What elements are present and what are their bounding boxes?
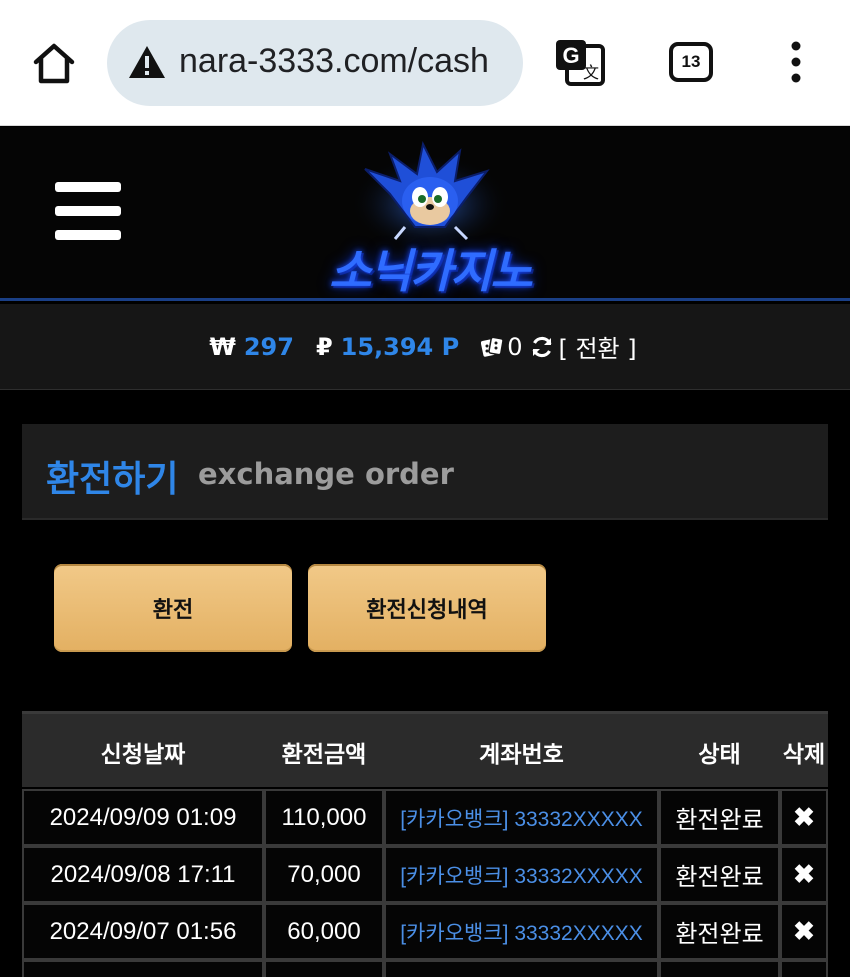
warning-icon[interactable] xyxy=(127,44,167,80)
cell-empty xyxy=(780,960,828,977)
convert-button[interactable]: [ 전환 ] xyxy=(558,329,636,364)
exchange-table: 신청날짜 환전금액 계좌번호 상태 삭제 2024/09/09 01:09 11… xyxy=(22,711,828,977)
delete-icon[interactable]: ✖ xyxy=(780,789,828,846)
site-header: 소닉카지노 xyxy=(0,127,850,301)
cell-status: 환전완료 xyxy=(659,789,780,846)
dice-icon xyxy=(481,336,504,358)
table-row: 2024/09/08 17:11 70,000 [카카오뱅크] 33332XXX… xyxy=(22,846,828,903)
cell-account: [카카오뱅크] 33332XXXXX xyxy=(384,789,659,846)
chip-balance: 0 xyxy=(507,332,523,361)
translate-icon[interactable]: G 文 xyxy=(553,36,607,90)
delete-icon[interactable]: ✖ xyxy=(780,846,828,903)
cell-account: [카카오뱅크] 33332XXXXX xyxy=(384,903,659,960)
tab-switcher-button[interactable]: 13 xyxy=(669,42,713,82)
balance-bar: ₩ 297 ₽ 15,394 P 0 [ 전환 ] xyxy=(0,304,850,390)
cell-amount: 70,000 xyxy=(264,846,384,903)
point-symbol: ₽ xyxy=(315,332,333,361)
point-balance: 15,394 P xyxy=(340,332,460,361)
exchange-button[interactable]: 환전 xyxy=(54,564,292,652)
cell-empty xyxy=(659,960,780,977)
won-symbol: ₩ xyxy=(209,332,236,361)
page-title-panel: 환전하기 exchange order xyxy=(22,424,828,520)
cell-status: 환전완료 xyxy=(659,846,780,903)
more-menu-icon[interactable] xyxy=(782,40,810,84)
cell-amount: 110,000 xyxy=(264,789,384,846)
cell-empty xyxy=(384,960,659,977)
cell-account: [카카오뱅크] 33332XXXXX xyxy=(384,846,659,903)
cell-date: 2024/09/09 01:09 xyxy=(22,789,264,846)
table-row: 2024/09/09 01:09 110,000 [카카오뱅크] 33332XX… xyxy=(22,789,828,846)
won-balance: 297 xyxy=(243,332,294,361)
header-delete: 삭제 xyxy=(782,742,826,768)
delete-icon[interactable]: ✖ xyxy=(780,903,828,960)
sonic-mascot-icon xyxy=(350,140,510,249)
exchange-history-button[interactable]: 환전신청내역 xyxy=(308,564,546,652)
header-account: 계좌번호 xyxy=(479,742,564,768)
header-status: 상태 xyxy=(698,742,741,768)
logo-text: 소닉카지노 xyxy=(329,244,533,298)
site-logo[interactable]: 소닉카지노 xyxy=(295,139,565,298)
table-header: 신청날짜 환전금액 계좌번호 상태 삭제 xyxy=(22,711,828,787)
cell-status: 환전완료 xyxy=(659,903,780,960)
cell-empty xyxy=(22,960,264,977)
cell-date: 2024/09/08 17:11 xyxy=(22,846,264,903)
table-row: 2024/09/07 01:56 60,000 [카카오뱅크] 33332XXX… xyxy=(22,903,828,960)
cell-amount: 60,000 xyxy=(264,903,384,960)
header-amount: 환전금액 xyxy=(281,742,367,768)
table-row-partial xyxy=(22,960,828,977)
home-icon[interactable] xyxy=(30,40,78,88)
page-subtitle: exchange order xyxy=(198,457,454,491)
svg-text:文: 文 xyxy=(583,63,599,82)
cell-empty xyxy=(264,960,384,977)
address-bar[interactable]: nara-3333.com/cash xyxy=(107,20,523,106)
hamburger-menu-icon[interactable] xyxy=(55,182,121,240)
browser-toolbar: nara-3333.com/cash G 文 13 xyxy=(0,0,850,126)
url-text: nara-3333.com/cash xyxy=(179,42,489,80)
refresh-icon[interactable] xyxy=(530,335,554,359)
page-title: 환전하기 xyxy=(46,459,179,500)
header-date: 신청날짜 xyxy=(100,742,186,768)
cell-date: 2024/09/07 01:56 xyxy=(22,903,264,960)
svg-text:G: G xyxy=(562,43,579,68)
